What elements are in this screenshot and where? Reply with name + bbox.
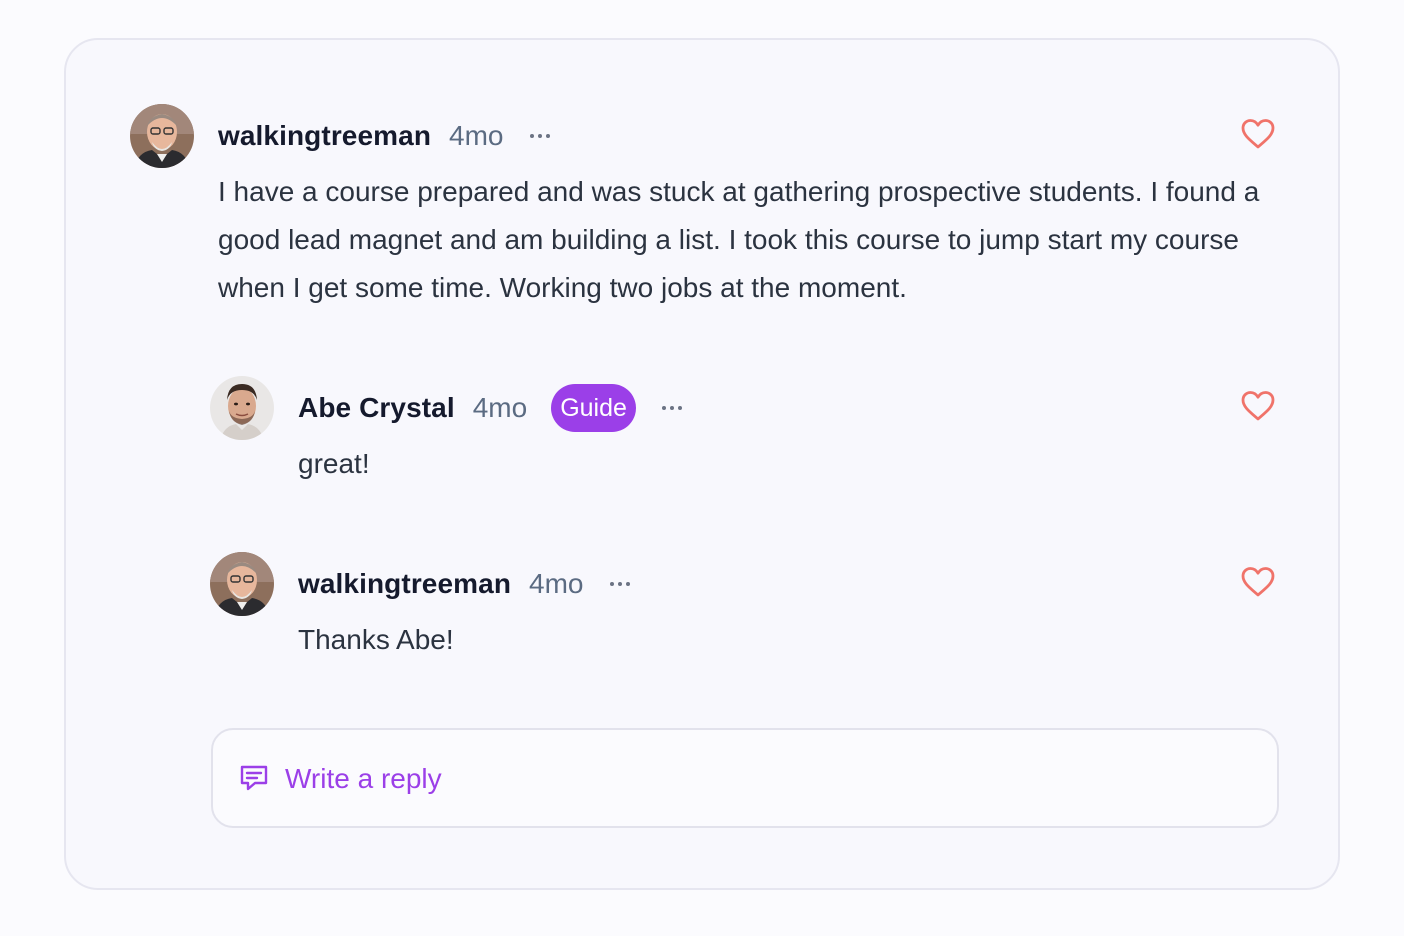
- comment-body: great!: [298, 448, 370, 479]
- avatar-photo-icon: [210, 376, 274, 440]
- timestamp[interactable]: 4mo: [473, 392, 527, 424]
- comment-body: Thanks Abe!: [298, 624, 454, 655]
- timestamp[interactable]: 4mo: [529, 568, 583, 600]
- comment-body: I have a course prepared and was stuck a…: [218, 176, 1260, 303]
- author-name[interactable]: walkingtreeman: [218, 120, 431, 152]
- heart-icon[interactable]: [1240, 390, 1276, 422]
- more-options-icon[interactable]: [661, 398, 682, 418]
- heart-icon[interactable]: [1240, 566, 1276, 598]
- avatar[interactable]: [130, 104, 194, 168]
- message-square-icon: [240, 765, 268, 791]
- comment-thread-card: walkingtreeman 4mo I have a course prepa…: [64, 38, 1340, 890]
- author-name[interactable]: Abe Crystal: [298, 392, 455, 424]
- more-options-icon[interactable]: [609, 574, 630, 594]
- timestamp[interactable]: 4mo: [449, 120, 503, 152]
- comment-header: walkingtreeman 4mo: [298, 564, 630, 604]
- avatar[interactable]: [210, 552, 274, 616]
- guide-badge: Guide: [551, 384, 636, 432]
- avatar-photo-icon: [210, 552, 274, 616]
- comment-header: walkingtreeman 4mo: [218, 116, 550, 156]
- avatar-photo-icon: [130, 104, 194, 168]
- author-name[interactable]: walkingtreeman: [298, 568, 511, 600]
- avatar[interactable]: [210, 376, 274, 440]
- more-options-icon[interactable]: [529, 126, 550, 146]
- write-reply-input[interactable]: Write a reply: [211, 728, 1279, 828]
- heart-icon[interactable]: [1240, 118, 1276, 150]
- comment-header: Abe Crystal 4mo Guide: [298, 384, 682, 432]
- write-reply-label[interactable]: Write a reply: [285, 759, 442, 799]
